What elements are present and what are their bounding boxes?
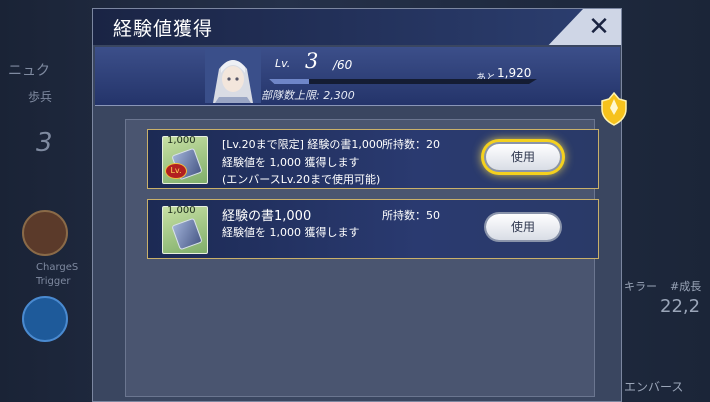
item-owned-count: 所持数：50 — [382, 209, 440, 222]
background-right-panel: キラー #成長 22,2 エンバース — [620, 0, 710, 402]
character-portrait-icon — [205, 49, 261, 103]
background-label: ニュク — [8, 63, 50, 79]
item-title: [Lv.20まで限定] 経験の書1,000 — [222, 138, 383, 151]
exp-progress-bar — [269, 79, 537, 84]
level-badge: Lv. — [165, 163, 187, 179]
background-value: 22,2 — [660, 296, 701, 317]
character-portrait — [205, 49, 261, 103]
troop-limit: 部隊数上限: 2,300 — [261, 89, 355, 102]
dialog-title-bar: 経験値獲得 ✕ — [93, 9, 621, 45]
item-owned-count: 所持数：20 — [382, 138, 440, 151]
background-label: 歩兵 — [28, 90, 53, 104]
remaining-exp-value: 1,920 — [497, 66, 532, 80]
max-level: /60 — [333, 58, 353, 72]
icon-value: 1,000 — [167, 205, 196, 216]
exp-book-icon: 1,000 — [162, 205, 208, 254]
unit-avatar-icon — [22, 296, 68, 342]
use-button[interactable]: 使用 — [486, 144, 560, 170]
list-item: 1,000 Lv. [Lv.20まで限定] 経験の書1,000 所持数：20 経… — [147, 129, 599, 189]
background-label: ChargeS — [36, 262, 79, 273]
background-left-panel: ニュク 歩兵 3 ChargeS Trigger — [0, 0, 95, 402]
current-level: 3 — [305, 49, 319, 73]
book-icon — [171, 217, 203, 251]
list-item: 1,000 経験の書1,000 所持数：50 経験値を 1,000 獲得します … — [147, 199, 599, 259]
background-label: Trigger — [36, 276, 71, 287]
item-description: 経験値を 1,000 獲得します — [222, 156, 360, 169]
tutorial-pointer-icon — [601, 91, 627, 126]
item-note: (エンバースLv.20まで使用可能) — [222, 173, 381, 186]
background-label: #成長 — [670, 280, 702, 293]
background-level: 3 — [36, 128, 53, 158]
item-title: 経験の書1,000 — [222, 209, 312, 224]
exp-book-icon: 1,000 Lv. — [162, 135, 208, 184]
exp-gain-dialog: 経験値獲得 ✕ Lv. 3 /60 あと 1,920 部隊数上限: 2,300 … — [92, 8, 627, 402]
unit-avatar-icon — [22, 210, 68, 256]
level-label: Lv. — [275, 57, 291, 70]
dialog-title: 経験値獲得 — [113, 18, 214, 40]
item-description: 経験値を 1,000 獲得します — [222, 226, 360, 239]
background-label: エンバース — [624, 380, 684, 394]
close-button[interactable]: ✕ — [583, 11, 615, 43]
status-header — [95, 47, 620, 106]
icon-value: 1,000 — [167, 135, 196, 146]
exp-progress-fill — [269, 79, 310, 84]
use-button[interactable]: 使用 — [486, 214, 560, 240]
background-label: キラー — [624, 280, 657, 293]
